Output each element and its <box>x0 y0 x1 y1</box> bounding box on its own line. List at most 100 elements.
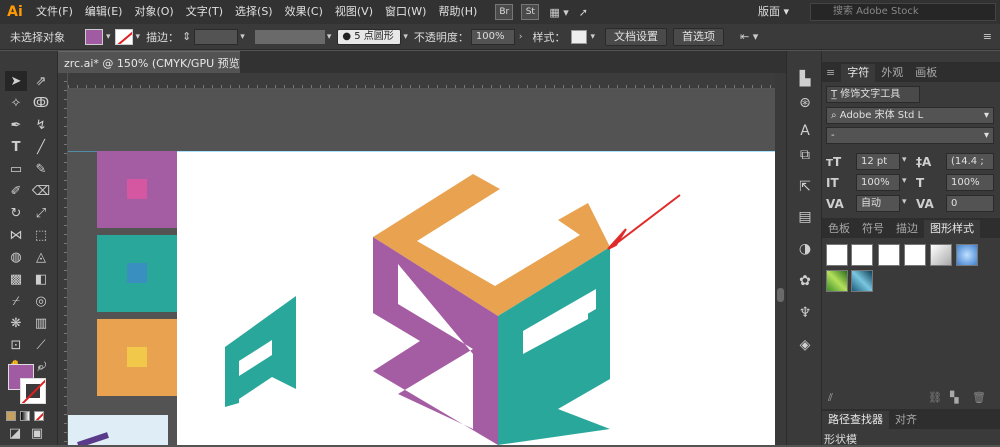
style-library-icon[interactable]: ⫽ <box>828 391 833 405</box>
chevron-down-icon[interactable]: ▾ <box>902 197 907 207</box>
chevron-down-icon[interactable]: ▾ <box>136 32 141 42</box>
magic-wand-tool-icon[interactable]: ✧ <box>5 93 27 113</box>
tracking-field[interactable]: 0 <box>946 195 994 212</box>
rotate-tool-icon[interactable]: ↻ <box>5 203 27 223</box>
none-mode-icon[interactable] <box>34 411 44 421</box>
tab-swatches[interactable]: 色板 <box>822 220 856 238</box>
new-style-icon[interactable]: ▚ <box>950 391 958 404</box>
chevron-right-icon[interactable]: › <box>519 32 523 42</box>
menu-window[interactable]: 窗口(W) <box>379 0 432 24</box>
graphic-style-gray[interactable] <box>930 244 952 266</box>
blend-tool-icon[interactable]: ◎ <box>30 291 52 311</box>
graphic-style-blue[interactable] <box>956 244 978 266</box>
draw-mode-icon[interactable]: ◪ <box>4 425 26 441</box>
character-icon[interactable]: A <box>795 121 815 141</box>
slice-tool-icon[interactable]: ⟋ <box>30 335 52 355</box>
perspective-grid-tool-icon[interactable]: ◬ <box>30 247 52 267</box>
graphic-style-shadow[interactable] <box>904 244 926 266</box>
menu-edit[interactable]: 编辑(E) <box>79 0 129 24</box>
column-graph-tool-icon[interactable]: ▥ <box>30 313 52 333</box>
direct-selection-tool-icon[interactable]: ⇗ <box>30 71 52 91</box>
panel-collapse-icon[interactable]: ≡ <box>822 64 841 82</box>
scrollbar-thumb[interactable] <box>777 288 784 302</box>
menu-select[interactable]: 选择(S) <box>229 0 279 24</box>
kerning-field[interactable]: 自动 <box>856 195 900 212</box>
chevron-down-icon[interactable]: ▾ <box>902 176 907 186</box>
stroke-swatch[interactable] <box>114 28 133 45</box>
font-size-field[interactable]: 12 pt <box>856 153 900 170</box>
swap-fill-stroke-icon[interactable]: ⤾ <box>34 359 50 373</box>
menu-view[interactable]: 视图(V) <box>329 0 379 24</box>
leading-field[interactable]: (14.4 ; <box>946 153 994 170</box>
menu-object[interactable]: 对象(O) <box>128 0 179 24</box>
screen-mode-icon[interactable]: ▣ <box>26 425 48 441</box>
gpu-performance-icon[interactable]: ➚ <box>579 6 588 19</box>
symbol-sprayer-tool-icon[interactable]: ❋ <box>5 313 27 333</box>
menu-type[interactable]: 文字(T) <box>180 0 229 24</box>
shaper-tool-icon[interactable]: ✐ <box>5 181 27 201</box>
gradient-panel-icon[interactable]: ▤ <box>795 207 815 227</box>
tab-appearance[interactable]: 外观 <box>875 64 909 82</box>
transparency-icon[interactable]: ◑ <box>795 239 815 259</box>
menu-help[interactable]: 帮助(H) <box>432 0 483 24</box>
panel-menu-icon[interactable]: ≡ <box>983 30 992 43</box>
chevron-down-icon[interactable]: ▾ <box>902 155 907 165</box>
tab-artboards[interactable]: 画板 <box>909 64 943 82</box>
tab-symbols[interactable]: 符号 <box>856 220 890 238</box>
stroke-stepper-icon[interactable]: ⇕ <box>182 30 191 43</box>
mesh-tool-icon[interactable]: ▩ <box>5 269 27 289</box>
selection-tool-icon[interactable]: ➤ <box>5 71 27 91</box>
pen-tool-icon[interactable]: ✒ <box>5 115 27 135</box>
color-mode-icon[interactable] <box>6 411 16 421</box>
layers-icon[interactable]: ◈ <box>795 335 815 355</box>
graphic-style-none[interactable] <box>851 244 873 266</box>
stock-search-input[interactable]: 搜索 Adobe Stock <box>810 3 996 21</box>
document-setup-button[interactable]: 文档设置 <box>605 27 668 46</box>
font-style-field[interactable]: - ▾ <box>826 127 994 144</box>
export-icon[interactable]: ⇱ <box>795 177 815 197</box>
tab-align[interactable]: 对齐 <box>889 411 923 429</box>
chevron-down-icon[interactable]: ▾ <box>240 32 245 42</box>
variable-width-profile[interactable] <box>254 29 325 44</box>
transform-icon[interactable]: ⧉ <box>795 145 815 165</box>
delete-style-icon[interactable]: 🗑 <box>972 391 986 404</box>
vertical-scale-field[interactable]: 100% <box>856 174 900 191</box>
eraser-tool-icon[interactable]: ⌫ <box>30 181 52 201</box>
align-options-icon[interactable]: ⇤ ▾ <box>740 30 758 43</box>
stroke-weight-field[interactable] <box>194 28 239 45</box>
tab-graphic-styles[interactable]: 图形样式 <box>924 220 980 238</box>
chevron-down-icon[interactable]: ▾ <box>590 32 595 42</box>
stroke-color-box[interactable] <box>20 378 46 404</box>
fill-swatch[interactable] <box>85 28 103 45</box>
chevron-down-icon[interactable]: ▾ <box>327 32 332 42</box>
touch-type-button[interactable]: T̲ 修饰文字工具 <box>826 86 920 103</box>
workspace-switcher[interactable]: 版面 ▾ <box>758 3 789 19</box>
document-info-icon[interactable]: ▙ <box>795 69 815 89</box>
arrange-documents-icon[interactable]: ▦ ▾ <box>549 6 568 19</box>
canvas[interactable] <box>68 89 775 445</box>
chevron-down-icon[interactable]: ▾ <box>106 32 111 42</box>
rectangle-tool-icon[interactable]: ▭ <box>5 159 27 179</box>
preferences-button[interactable]: 首选项 <box>673 27 725 46</box>
graphic-style-teal[interactable] <box>851 270 873 292</box>
shape-builder-tool-icon[interactable]: ◍ <box>5 247 27 267</box>
tab-stroke[interactable]: 描边 <box>890 220 924 238</box>
brushes-icon[interactable]: ♆ <box>795 303 815 323</box>
gradient-tool-icon[interactable]: ◧ <box>30 269 52 289</box>
chevron-down-icon[interactable]: ▾ <box>403 32 408 42</box>
color-guide-icon[interactable]: ✿ <box>795 271 815 291</box>
free-transform-tool-icon[interactable]: ⬚ <box>30 225 52 245</box>
graphic-style-default[interactable] <box>826 244 848 266</box>
lasso-tool-icon[interactable]: ↂ <box>30 93 52 113</box>
menu-file[interactable]: 文件(F) <box>30 0 79 24</box>
width-tool-icon[interactable]: ⋈ <box>5 225 27 245</box>
tab-character[interactable]: 字符 <box>841 64 876 82</box>
brush-definition[interactable]: ● 5 点圆形 <box>337 28 402 45</box>
menu-effect[interactable]: 效果(C) <box>279 0 329 24</box>
gradient-mode-icon[interactable] <box>20 411 30 421</box>
document-tab[interactable]: zrc.ai* @ 150% (CMYK/GPU 预览) × <box>58 51 261 73</box>
tab-pathfinder[interactable]: 路径查找器 <box>822 411 889 429</box>
artboard-tool-icon[interactable]: ⊡ <box>5 335 27 355</box>
opacity-field[interactable]: 100% <box>470 28 515 45</box>
graphic-style-swatch[interactable] <box>571 29 588 44</box>
